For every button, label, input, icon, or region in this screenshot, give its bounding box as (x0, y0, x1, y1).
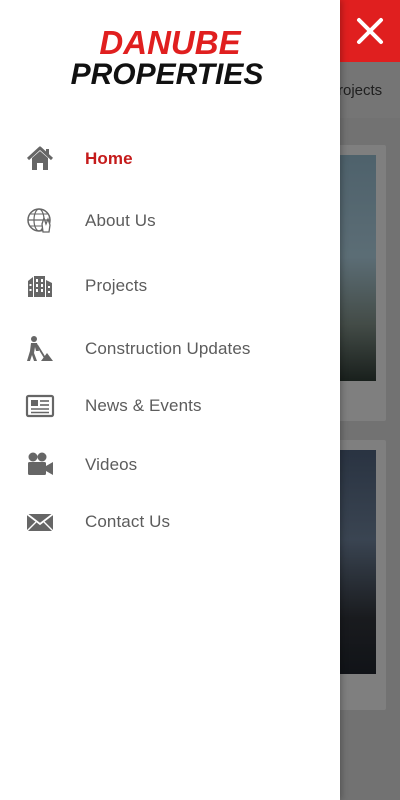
menu-item-label: Videos (85, 455, 138, 474)
brand-logo[interactable]: DANUBE PROPERTIES (0, 26, 340, 90)
menu-item-home[interactable]: Home (0, 129, 340, 189)
globe-hand-icon (24, 205, 56, 237)
brand-line1: DANUBE (99, 26, 241, 61)
newspaper-icon (24, 390, 56, 422)
building-icon (24, 270, 56, 302)
menu-item-label: Projects (85, 276, 148, 295)
envelope-icon (24, 506, 56, 538)
home-icon (24, 143, 56, 175)
video-camera-icon (24, 449, 56, 481)
close-drawer-button[interactable] (340, 0, 400, 62)
menu-item-news-events[interactable]: News & Events (0, 376, 340, 436)
menu-item-contact-us[interactable]: Contact Us (0, 492, 340, 552)
menu-item-construction-updates[interactable]: Construction Updates (0, 319, 340, 379)
menu-item-label: Home (85, 149, 133, 168)
brand-line2: PROPERTIES (71, 58, 264, 90)
menu-item-label: About Us (85, 211, 156, 230)
menu-item-label: Construction Updates (85, 339, 251, 358)
menu-item-label: News & Events (85, 396, 202, 415)
menu-item-videos[interactable]: Videos (0, 435, 340, 495)
construction-worker-icon (24, 333, 56, 365)
menu-item-projects[interactable]: Projects (0, 256, 340, 316)
close-icon (357, 18, 383, 44)
menu-item-label: Contact Us (85, 512, 171, 531)
menu-item-about-us[interactable]: About Us (0, 191, 340, 251)
navigation-drawer: DANUBE PROPERTIES Home About Us Projects… (0, 0, 340, 800)
